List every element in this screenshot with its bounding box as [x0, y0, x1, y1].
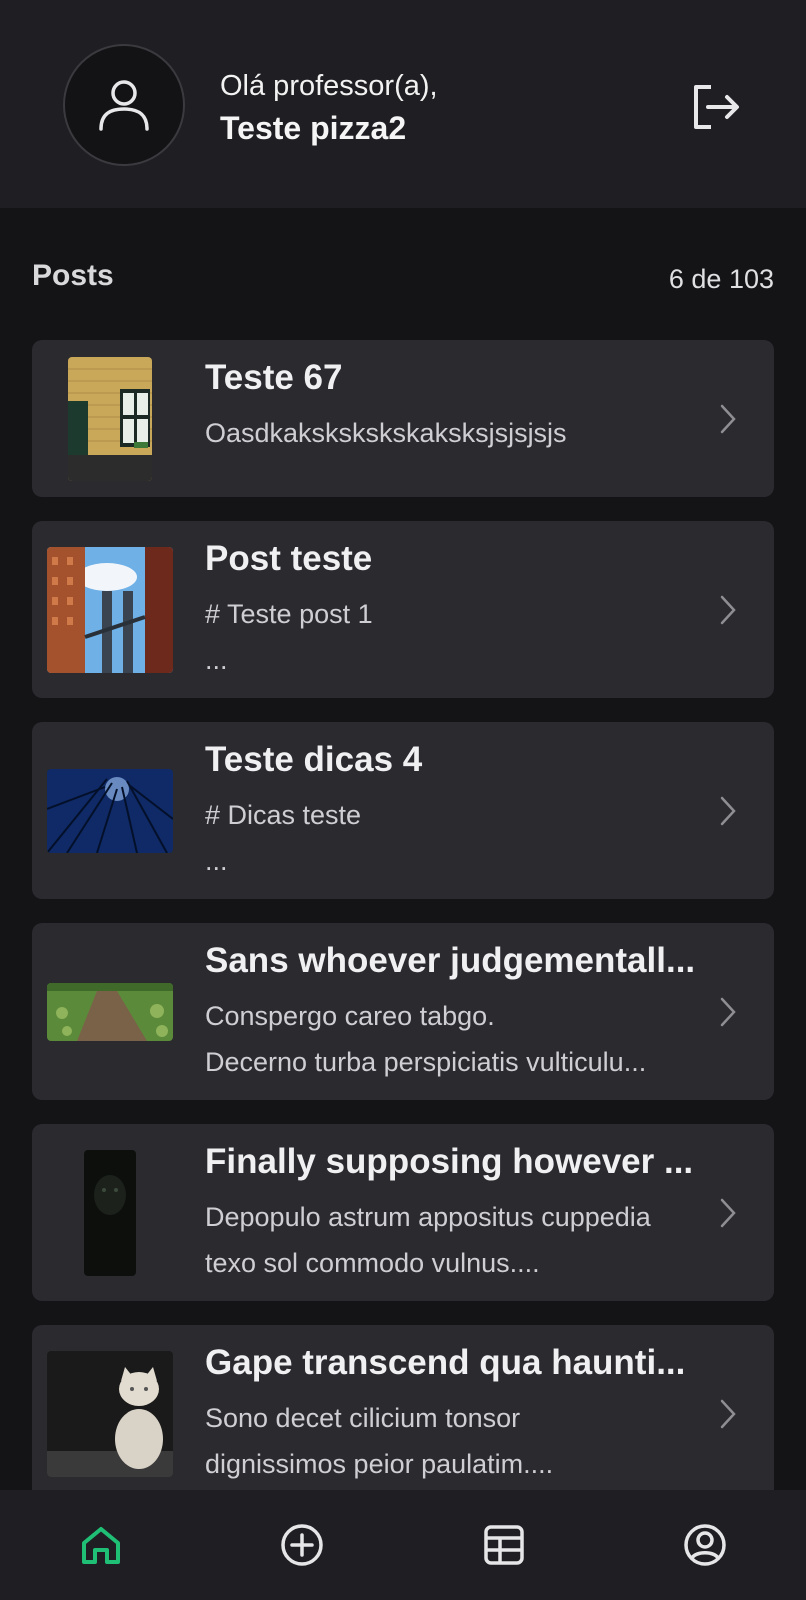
post-thumbnail: [46, 340, 173, 497]
logout-icon: [694, 85, 739, 129]
post-title: Teste 67: [205, 358, 343, 397]
post-card[interactable]: Gape transcend qua haunti... Sono decet …: [32, 1325, 774, 1502]
add-circle-icon: [281, 1524, 323, 1566]
nav-home-button[interactable]: [71, 1515, 131, 1575]
post-thumbnail: [46, 1124, 173, 1301]
post-text: Gape transcend qua haunti... Sono decet …: [205, 1343, 745, 1487]
post-card[interactable]: Finally supposing however ... Depopulo a…: [32, 1124, 774, 1301]
chevron-right-icon: [720, 1399, 736, 1428]
table-icon: [484, 1525, 524, 1565]
logout-button[interactable]: [690, 82, 742, 132]
post-text: Teste dicas 4 # Dicas teste ...: [205, 740, 745, 884]
bottom-nav: [0, 1490, 806, 1600]
post-card[interactable]: Post teste # Teste post 1 ...: [32, 521, 774, 698]
post-title: Finally supposing however ...: [205, 1142, 694, 1181]
user-name: Teste pizza2: [220, 110, 407, 146]
user-icon: [99, 80, 149, 131]
nav-profile-button[interactable]: [675, 1515, 735, 1575]
post-thumbnail: [46, 1325, 173, 1502]
post-text: Finally supposing however ... Depopulo a…: [205, 1142, 745, 1286]
chevron-right-icon: [720, 1198, 736, 1227]
post-title: Post teste: [205, 539, 373, 578]
header: Olá professor(a), Teste pizza2: [0, 0, 806, 208]
post-excerpt: # Dicas teste: [205, 800, 362, 830]
post-thumbnail: [46, 722, 173, 899]
nav-table-button[interactable]: [474, 1515, 534, 1575]
post-excerpt-more: texo sol commodo vulnus....: [205, 1248, 540, 1278]
post-card[interactable]: Sans whoever judgementall... Conspergo c…: [32, 923, 774, 1100]
post-excerpt-more: ...: [205, 846, 228, 876]
post-excerpt: Oasdkakskskskskaksksjsjsjsjs: [205, 418, 567, 448]
post-excerpt-more: ...: [205, 645, 228, 675]
nav-add-button[interactable]: [272, 1515, 332, 1575]
posts-list: Teste 67 Oasdkakskskskskaksksjsjsjsjs Po…: [32, 340, 774, 1526]
post-excerpt-more: dignissimos peior paulatim....: [205, 1449, 554, 1479]
post-excerpt: Sono decet cilicium tonsor: [205, 1403, 521, 1433]
grass-path-photo: [46, 982, 173, 1041]
posts-section-title: Posts: [32, 259, 114, 292]
chevron-right-icon: [720, 796, 736, 825]
post-thumbnail: [46, 923, 173, 1100]
post-text: Post teste # Teste post 1 ...: [205, 539, 745, 683]
post-text: Teste 67 Oasdkakskskskskaksksjsjsjsjs: [205, 358, 745, 456]
chevron-right-icon: [720, 997, 736, 1026]
post-text: Sans whoever judgementall... Conspergo c…: [205, 941, 745, 1085]
chevron-right-icon: [720, 404, 736, 433]
forest-night-photo: [46, 768, 173, 853]
profile-icon: [684, 1524, 726, 1566]
cat-photo: [46, 1350, 173, 1477]
post-title: Teste dicas 4: [205, 740, 423, 779]
post-card[interactable]: Teste dicas 4 # Dicas teste ...: [32, 722, 774, 899]
post-excerpt-more: Decerno turba perspiciatis vulticulu...: [205, 1047, 647, 1077]
post-excerpt: Conspergo careo tabgo.: [205, 1001, 495, 1031]
building-door-photo: [67, 356, 152, 481]
post-title: Gape transcend qua haunti...: [205, 1343, 686, 1382]
post-excerpt: # Teste post 1: [205, 599, 373, 629]
avatar[interactable]: [63, 44, 185, 166]
post-excerpt: Depopulo astrum appositus cuppedia: [205, 1202, 651, 1232]
posts-count: 6 de 103: [668, 264, 774, 294]
post-card[interactable]: Teste 67 Oasdkakskskskskaksksjsjsjsjs: [32, 340, 774, 497]
post-thumbnail: [46, 521, 173, 698]
chevron-right-icon: [720, 595, 736, 624]
post-title: Sans whoever judgementall...: [205, 941, 696, 980]
bridge-city-photo: [46, 546, 173, 673]
dark-animal-photo: [83, 1149, 136, 1276]
home-icon: [81, 1527, 120, 1564]
greeting-text: Olá professor(a),: [220, 70, 438, 102]
